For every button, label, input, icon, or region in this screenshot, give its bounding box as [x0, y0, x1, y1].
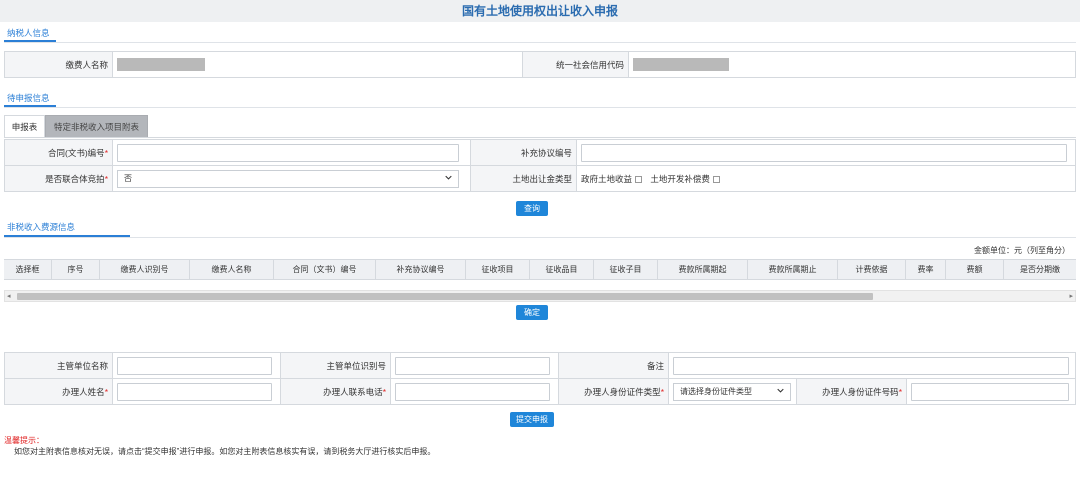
fund-type-label: 土地出让金类型	[470, 165, 577, 192]
pending-table: 合同(文书)编号* 补充协议编号 是否联合体竞拍* 否 土地出让金类型 政府土地…	[4, 139, 1076, 192]
scroll-right-icon[interactable]: ▸	[1069, 292, 1073, 301]
checkbox-land-dev-compensation[interactable]	[712, 175, 720, 183]
id-no-input[interactable]	[911, 382, 1069, 401]
masked-value	[117, 58, 205, 71]
supplement-no-label: 补充协议编号	[470, 139, 577, 166]
tab-declaration-form[interactable]: 申报表	[4, 115, 45, 137]
remark-label: 备注	[558, 352, 669, 379]
column-header[interactable]: 是否分期缴	[1004, 260, 1076, 279]
fee-source-grid-header: 选择框 序号 缴费人识别号 缴费人名称 合同（文书）编号 补充协议编号 征收项目…	[4, 259, 1076, 280]
contract-no-label: 合同(文书)编号*	[4, 139, 113, 166]
payer-name-value	[112, 51, 523, 78]
column-header[interactable]: 征收子目	[594, 260, 658, 279]
dept-id-label: 主管单位识别号	[280, 352, 391, 379]
dept-id-input[interactable]	[395, 356, 550, 375]
section-divider	[4, 237, 1076, 238]
dept-name-input[interactable]	[117, 356, 272, 375]
column-header[interactable]: 缴费人名称	[190, 260, 274, 279]
supplement-no-input[interactable]	[581, 143, 1067, 162]
dept-name-label: 主管单位名称	[4, 352, 113, 379]
id-no-label: 办理人身份证件号码*	[796, 378, 907, 405]
fund-type-options: 政府土地收益 土地开发补偿费	[576, 165, 1076, 192]
chevron-down-icon	[777, 388, 784, 393]
column-header[interactable]: 合同（文书）编号	[274, 260, 376, 279]
handler-table: 主管单位名称 主管单位识别号 备注 办理人姓名* 办理人联系电话* 办理人身份证…	[4, 352, 1076, 405]
column-header[interactable]: 费率	[906, 260, 946, 279]
chevron-down-icon	[445, 175, 452, 180]
page-title: 国有土地使用权出让收入申报	[0, 0, 1080, 22]
person-name-label: 办理人姓名*	[4, 378, 113, 405]
horizontal-scrollbar[interactable]: ◂ ▸	[4, 290, 1076, 302]
credit-code-value	[628, 51, 1076, 78]
confirm-button[interactable]: 确定	[516, 305, 548, 320]
id-type-label: 办理人身份证件类型*	[558, 378, 669, 405]
column-header[interactable]: 征收项目	[466, 260, 530, 279]
person-phone-input[interactable]	[395, 382, 550, 401]
taxpayer-table: 缴费人名称 统一社会信用代码	[4, 51, 1076, 78]
column-header[interactable]: 费额	[946, 260, 1004, 279]
column-header[interactable]: 费款所属期止	[748, 260, 838, 279]
section-source: 非税收入费源信息	[7, 222, 76, 232]
section-divider	[4, 107, 1076, 108]
joint-bid-label: 是否联合体竞拍*	[4, 165, 113, 192]
joint-bid-select[interactable]: 否	[117, 169, 459, 188]
column-header[interactable]: 选择框	[4, 260, 52, 279]
payer-name-label: 缴费人名称	[4, 51, 113, 78]
column-header[interactable]: 补充协议编号	[376, 260, 466, 279]
column-header[interactable]: 计费依据	[838, 260, 906, 279]
person-name-input[interactable]	[117, 382, 272, 401]
column-header[interactable]: 费款所属期起	[658, 260, 748, 279]
tab-divider	[4, 137, 1076, 138]
submit-button[interactable]: 提交申报	[510, 412, 554, 427]
column-header[interactable]: 缴费人识别号	[100, 260, 190, 279]
credit-code-label: 统一社会信用代码	[522, 51, 629, 78]
scrollbar-thumb[interactable]	[17, 293, 873, 300]
remark-input[interactable]	[673, 356, 1069, 375]
column-header[interactable]: 征收品目	[530, 260, 594, 279]
person-phone-label: 办理人联系电话*	[280, 378, 391, 405]
tab-special-nontax-schedule[interactable]: 特定非税收入项目附表	[45, 115, 148, 137]
scroll-left-icon[interactable]: ◂	[7, 292, 11, 301]
contract-no-input[interactable]	[117, 143, 459, 162]
checkbox-gov-land-revenue[interactable]	[635, 175, 643, 183]
masked-value	[633, 58, 729, 71]
section-divider	[4, 42, 1076, 43]
tips-title: 温馨提示：	[4, 436, 44, 445]
id-type-select[interactable]: 请选择身份证件类型	[673, 382, 791, 401]
tips-text: 如您对主附表信息核对无误，请点击“提交申报”进行申报。如您对主附表信息核实有误，…	[14, 447, 436, 456]
amount-unit-note: 金额单位：元（列至角分）	[974, 246, 1070, 255]
query-button[interactable]: 查询	[516, 201, 548, 216]
column-header[interactable]: 序号	[52, 260, 100, 279]
